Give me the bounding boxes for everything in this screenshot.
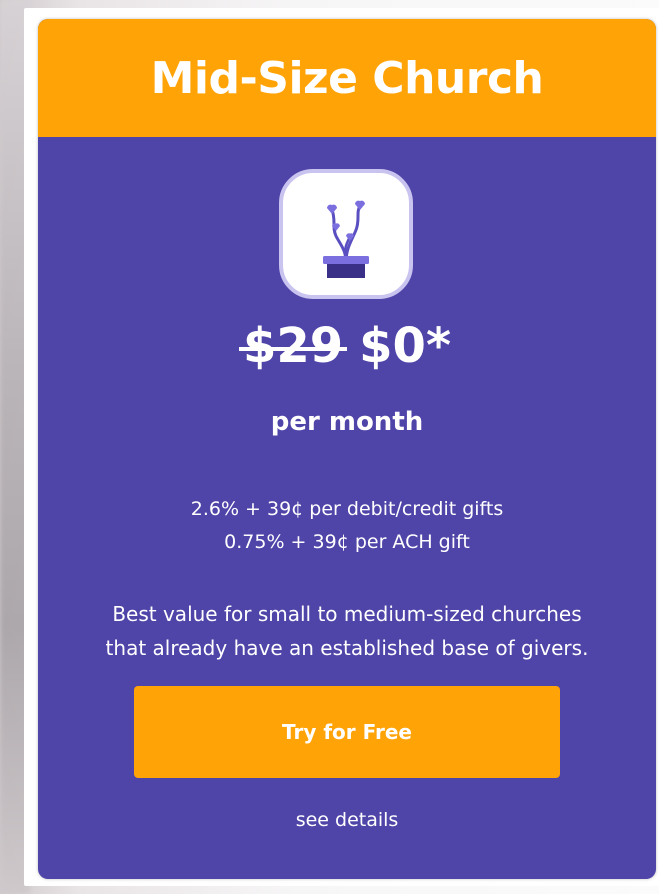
- see-details-link[interactable]: see details: [38, 809, 656, 831]
- plan-description-line: that already have an established base of…: [105, 636, 589, 660]
- plan-description-line: Best value for small to medium-sized chu…: [112, 602, 582, 626]
- plan-title: Mid-Size Church: [150, 52, 544, 104]
- try-for-free-button[interactable]: Try for Free: [134, 686, 560, 778]
- new-price: $0*: [359, 318, 452, 374]
- pricing-card: Mid-Size Church $29 $0* per month 2.6% +…: [38, 19, 656, 879]
- plan-description: Best value for small to medium-sized chu…: [58, 597, 636, 665]
- old-price: $29: [238, 318, 348, 374]
- card-header: Mid-Size Church: [38, 19, 656, 137]
- fee-list: 2.6% + 39¢ per debit/credit gifts 0.75% …: [38, 493, 656, 559]
- fee-card-gifts: 2.6% + 39¢ per debit/credit gifts: [190, 498, 504, 520]
- price-row: $29 $0*: [38, 311, 656, 381]
- fee-ach-gifts: 0.75% + 39¢ per ACH gift: [224, 531, 470, 553]
- flower-pot-hearts-icon: [279, 169, 413, 299]
- price-period: per month: [270, 407, 424, 437]
- flower-pot-hearts-icon-graphic: [323, 200, 369, 278]
